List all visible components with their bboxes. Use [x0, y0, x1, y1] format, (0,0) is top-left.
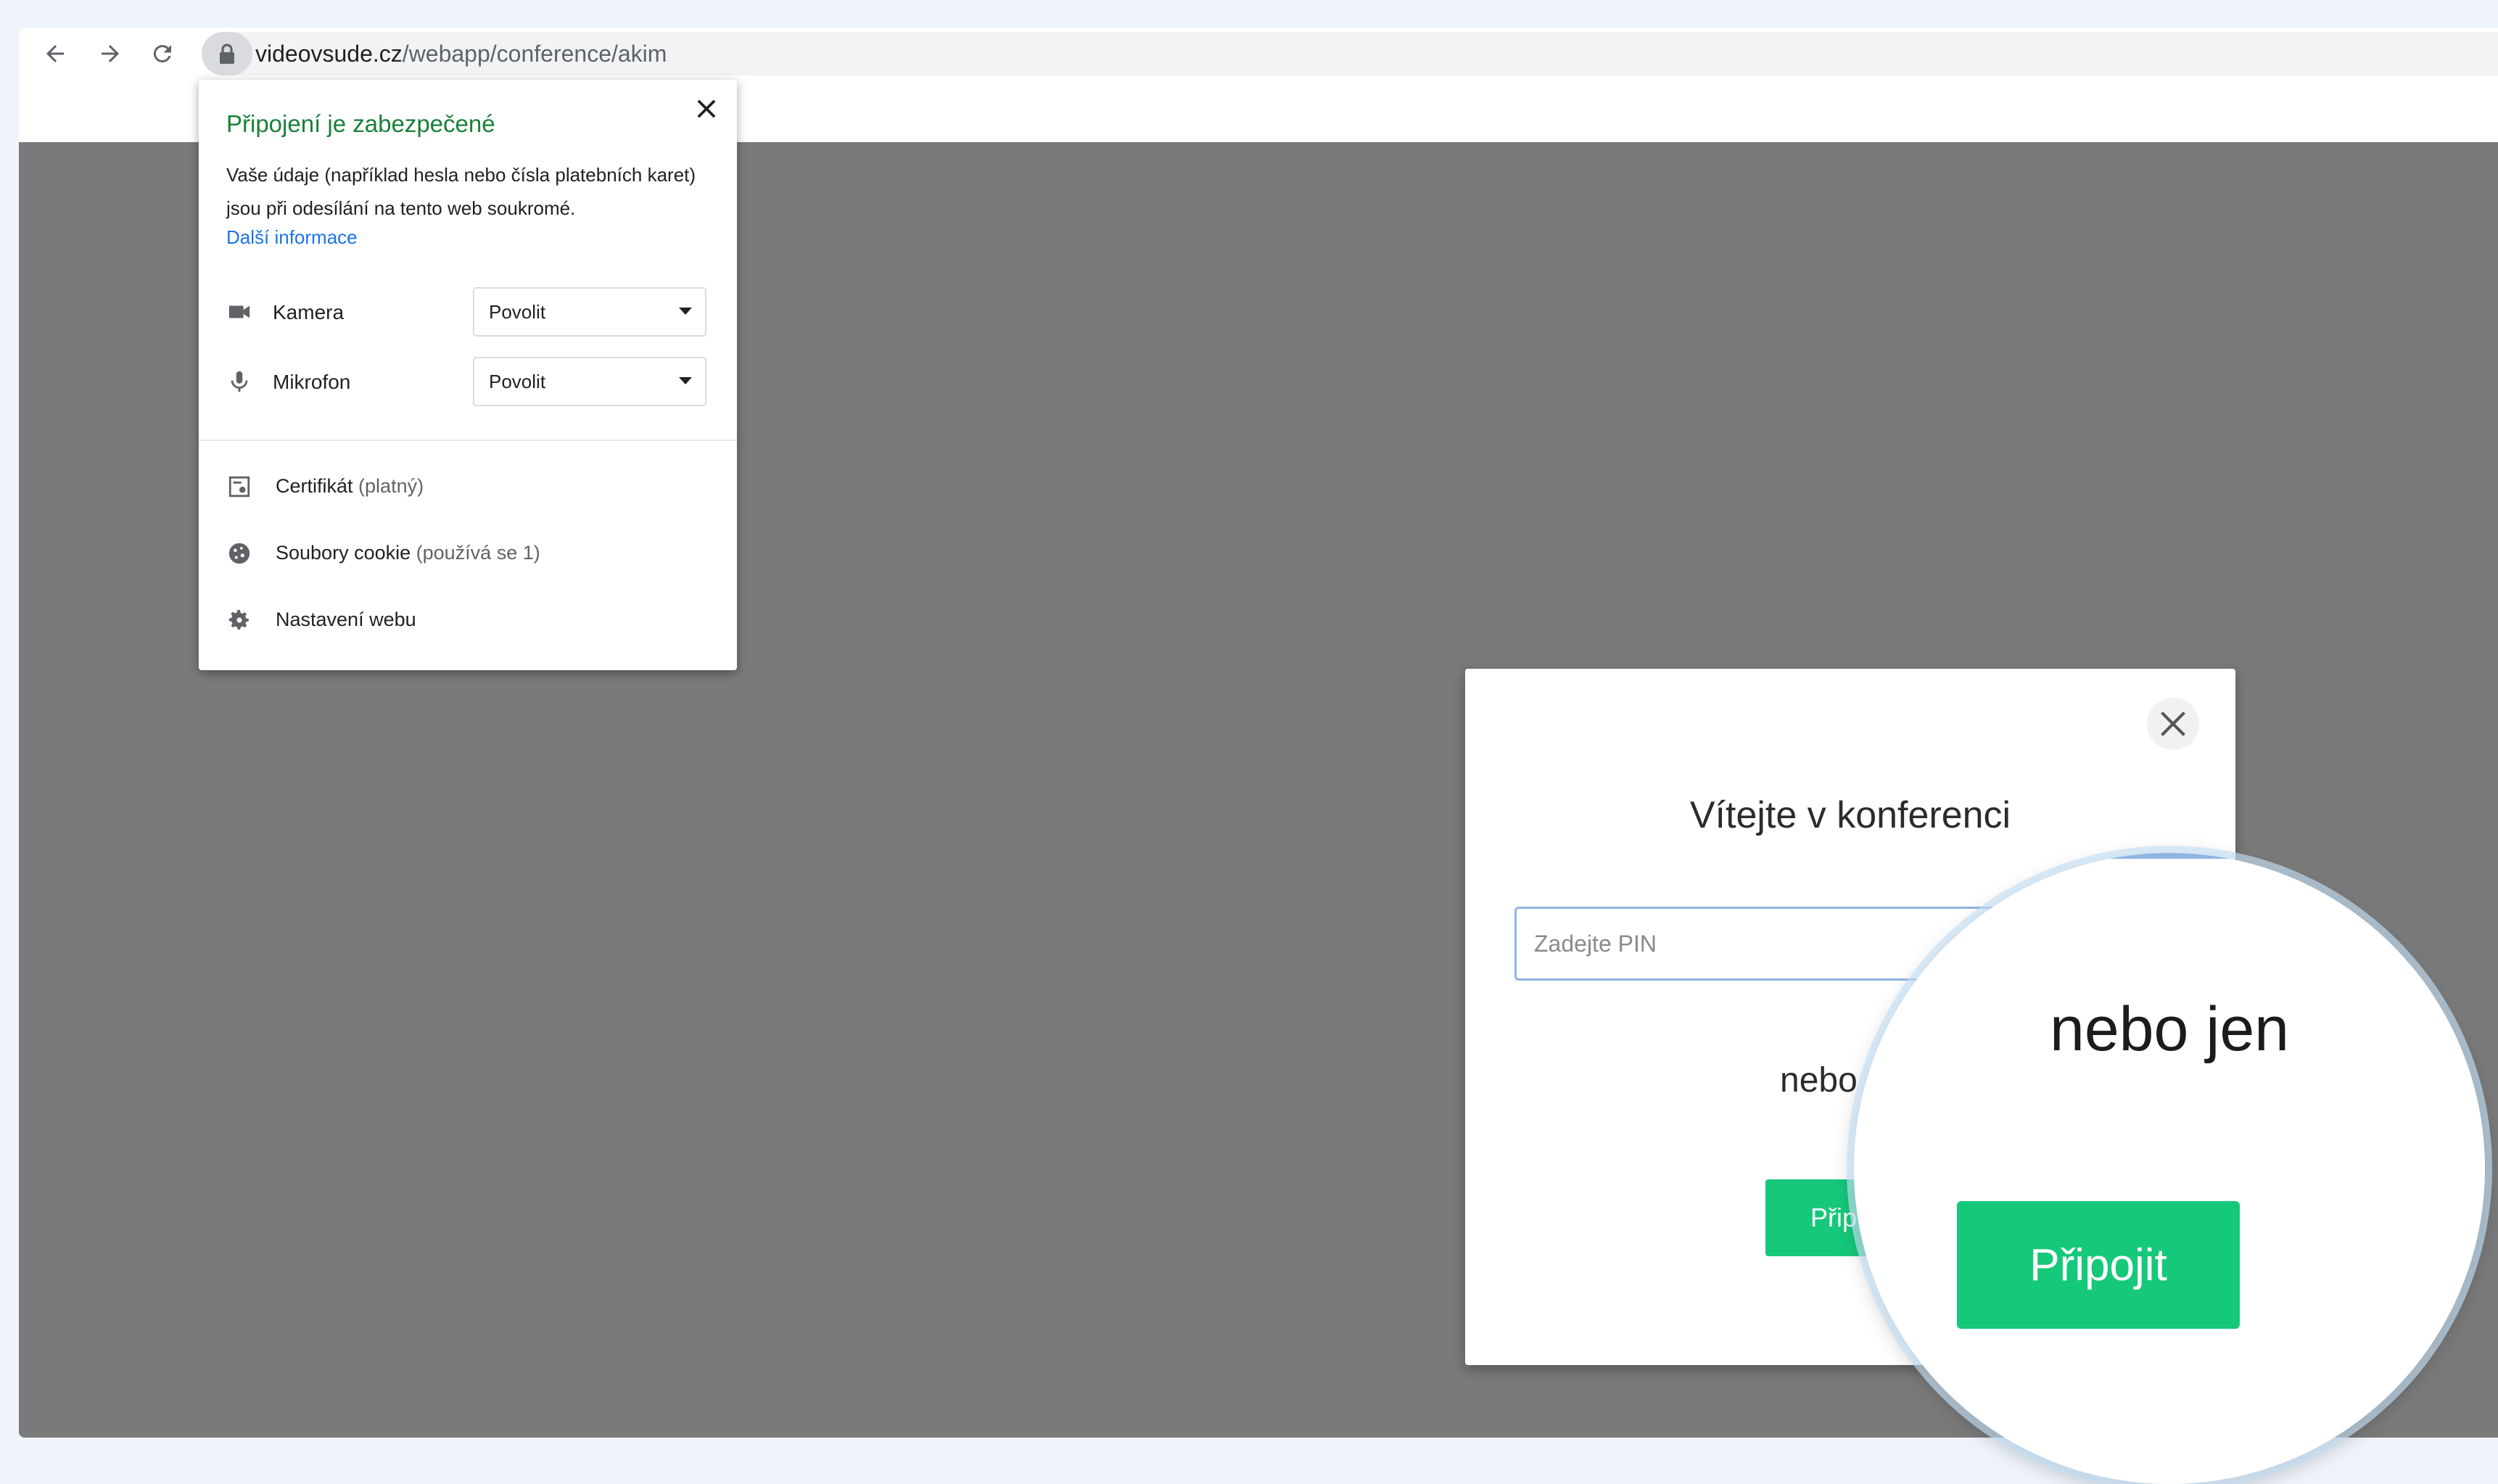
permission-row-camera: Kamera Povolit [226, 287, 706, 338]
item-label: Soubory cookie (používá se 1) [276, 531, 540, 574]
secure-description: Vaše údaje (například hesla nebo čísla p… [226, 164, 696, 219]
certificate-label: Certifikát [276, 475, 353, 497]
forward-arrow-icon[interactable] [94, 38, 126, 70]
url-path: /webapp/conference/akim [402, 41, 667, 67]
learn-more-link[interactable]: Další informace [226, 226, 358, 249]
url-text[interactable]: videovsude.cz/webapp/conference/akim [255, 32, 667, 75]
microphone-icon [226, 368, 252, 395]
cookie-icon [226, 540, 252, 566]
cookies-label: Soubory cookie [276, 542, 411, 564]
microphone-permission-select[interactable]: Povolit [473, 357, 706, 406]
gear-icon [226, 607, 252, 633]
reload-icon[interactable] [147, 38, 178, 70]
magnified-or-text: nebo jen [2050, 994, 2289, 1064]
close-icon[interactable] [692, 94, 721, 123]
select-value: Povolit [489, 371, 546, 392]
secure-connection-title: Připojení je zabezpečené [226, 110, 495, 137]
divider [199, 440, 737, 441]
address-bar[interactable]: videovsude.cz/webapp/conference/akim [202, 32, 2498, 75]
modal-title: Vítejte v konferenci [1689, 794, 2011, 836]
magnified-input-edge [2053, 853, 2485, 859]
url-host: videovsude.cz [255, 41, 403, 67]
item-label: Certifikát (platný) [276, 464, 424, 508]
magnifier-callout: nebo jen Připojit [1854, 853, 2485, 1484]
select-value: Povolit [489, 301, 546, 323]
cookies-count: (používá se 1) [416, 542, 540, 564]
camera-icon [226, 299, 252, 325]
cookies-item[interactable]: Soubory cookie (používá se 1) [226, 531, 705, 574]
magnified-join-button[interactable]: Připojit [1957, 1201, 2240, 1329]
certificate-status: (platný) [358, 475, 424, 497]
site-settings-label: Nastavení webu [276, 609, 416, 630]
certificate-icon [226, 474, 252, 500]
chevron-down-icon [679, 377, 692, 384]
site-settings-item[interactable]: Nastavení webu [226, 598, 705, 641]
certificate-item[interactable]: Certifikát (platný) [226, 464, 705, 508]
close-icon[interactable] [2147, 698, 2199, 750]
site-info-popup: Připojení je zabezpečené Vaše údaje (nap… [199, 80, 737, 670]
permission-label: Kamera [273, 301, 345, 323]
lock-icon[interactable] [202, 32, 252, 75]
permission-row-microphone: Mikrofon Povolit [226, 357, 706, 408]
permission-label: Mikrofon [273, 371, 351, 393]
chevron-down-icon [679, 308, 692, 315]
browser-toolbar: videovsude.cz/webapp/conference/akim [19, 28, 2498, 80]
back-arrow-icon[interactable] [39, 38, 71, 70]
camera-permission-select[interactable]: Povolit [473, 287, 706, 337]
or-text: nebo [1780, 1061, 1858, 1100]
